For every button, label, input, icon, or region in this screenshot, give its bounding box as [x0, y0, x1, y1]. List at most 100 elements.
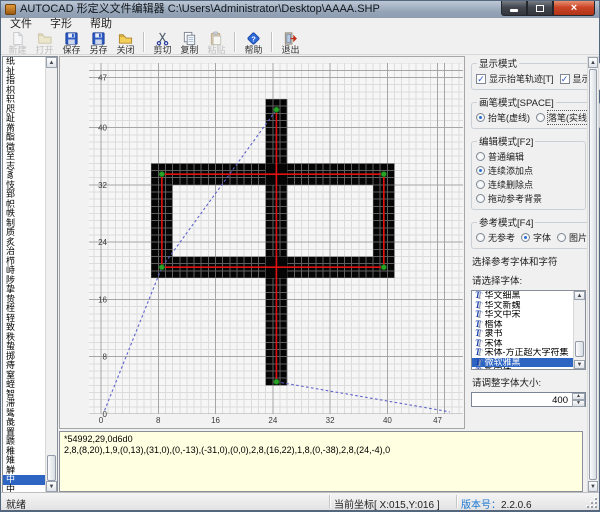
- pen-mode-group: 画笔模式[SPACE] 抬笔(虚线)落笔(实线): [471, 95, 600, 129]
- settings-panel: 显示模式 ✓显示抬笔轨迹[T]✓显示点[X] 画笔模式[SPACE] 抬笔(虚线…: [471, 56, 586, 493]
- truetype-icon: T: [475, 329, 481, 338]
- radio-option-1[interactable]: 连续添加点: [476, 164, 533, 177]
- scroll-down-icon[interactable]: ▼: [588, 481, 598, 492]
- edit-mode-options: 普通编辑连续添加点连续删除点拖动参考背景: [476, 150, 582, 205]
- font-list-item[interactable]: T华文细黑: [472, 291, 573, 301]
- scroll-up-icon[interactable]: ▲: [46, 57, 57, 68]
- maximize-button[interactable]: [527, 1, 553, 16]
- vertex-point[interactable]: [381, 172, 386, 177]
- font-name: 华文中宋: [485, 310, 521, 320]
- font-size-value: 400: [552, 395, 568, 406]
- menu-item-2[interactable]: 帮助: [81, 18, 121, 31]
- radio-option-2[interactable]: 连续删除点: [476, 178, 533, 191]
- checkbox-checked-icon[interactable]: ✓: [560, 74, 570, 84]
- toolbar-button-4[interactable]: 关闭: [112, 31, 139, 55]
- radio-label: 图片: [569, 231, 587, 244]
- font-name: 宋体-方正超大字符集: [485, 348, 569, 358]
- x-axis-tick-label: 32: [326, 416, 335, 425]
- status-ready: 就绪: [6, 496, 26, 511]
- radio-option-3[interactable]: 拖动参考背景: [476, 192, 542, 205]
- ref-mode-options: 无参考字体 图片: [476, 231, 593, 244]
- font-list-item[interactable]: T 隶书: [472, 329, 573, 339]
- menubar: 文件字形帮助: [1, 18, 599, 31]
- close-button[interactable]: ×: [553, 1, 595, 16]
- vertex-point[interactable]: [159, 172, 164, 177]
- x-axis-tick-label: 47: [433, 416, 442, 425]
- vertex-point[interactable]: [159, 265, 164, 270]
- font-list-item[interactable]: T楷体: [472, 320, 573, 330]
- radio-selected-icon[interactable]: [476, 113, 485, 122]
- radio-icon[interactable]: [476, 233, 485, 242]
- char-list-item[interactable]: 中: [3, 485, 45, 493]
- x-axis-tick-label: 40: [383, 416, 392, 425]
- radio-selected-icon[interactable]: [476, 166, 485, 175]
- checkbox-checked-icon[interactable]: ✓: [476, 74, 486, 84]
- scroll-down-icon[interactable]: ▼: [46, 481, 57, 492]
- font-list-item[interactable]: T宋体: [472, 339, 573, 349]
- radio-icon[interactable]: [476, 180, 485, 189]
- radio-option-0[interactable]: 普通编辑: [476, 150, 524, 163]
- scrollbar-thumb[interactable]: [575, 341, 584, 357]
- scroll-up-icon[interactable]: ▲: [574, 291, 585, 300]
- radio-icon[interactable]: [476, 194, 485, 203]
- glyph-grid[interactable]: 081624324047081624324047: [60, 57, 464, 428]
- spin-down-icon[interactable]: ▼: [572, 400, 585, 407]
- toolbar-button-8[interactable]: ?帮助: [240, 31, 267, 55]
- font-name: 隶书: [485, 329, 503, 339]
- radio-option-0[interactable]: 抬笔(虚线): [476, 111, 530, 124]
- radio-label: 落笔(实线): [548, 111, 590, 124]
- radio-option-1[interactable]: 字体: [521, 231, 551, 244]
- toolbar-button-9[interactable]: 退出: [277, 31, 304, 55]
- radio-option-0[interactable]: 无参考: [476, 231, 515, 244]
- minimize-button[interactable]: [501, 1, 527, 16]
- vertex-point[interactable]: [381, 265, 386, 270]
- truetype-icon: T: [475, 301, 481, 310]
- vertex-point[interactable]: [274, 107, 279, 112]
- title-bar: AUTOCAD 形定义文件编辑器 C:\Users\Administrator\…: [1, 1, 599, 18]
- font-size-spinner[interactable]: 400 ▲ ▼: [471, 392, 586, 407]
- status-coordinates: 当前坐标[ X:015,Y:016 ]: [334, 496, 440, 511]
- vertex-point[interactable]: [274, 379, 279, 384]
- status-bar: 就绪 当前坐标[ X:015,Y:016 ] 版本号：2.2.0.6: [1, 492, 599, 510]
- radio-icon[interactable]: [557, 233, 566, 242]
- radio-selected-icon[interactable]: [521, 233, 530, 242]
- font-list-item[interactable]: T宋体-方正超大字符集: [472, 348, 573, 358]
- scrollbar-thumb[interactable]: [47, 455, 56, 481]
- glyph-edit-canvas[interactable]: 081624324047081624324047: [59, 56, 465, 429]
- resize-grip-icon[interactable]: [587, 498, 597, 508]
- character-list-scrollbar[interactable]: ▲ ▼: [45, 57, 57, 492]
- font-list-item[interactable]: T新宋体: [472, 367, 573, 369]
- version-value: 2.2.0.6: [501, 500, 532, 511]
- toolbar-button-2[interactable]: 保存: [58, 31, 85, 55]
- truetype-icon: T: [475, 320, 481, 329]
- toolbar-button-3[interactable]: 另存: [85, 31, 112, 55]
- character-listbox[interactable]: 纸祉指枳轵咫趾黹酯徵至志豸忮郅帜帙制质炙治栉峙陟挚贽桎轾致秩蛰掷痔窒蛭智滞骘彘置…: [2, 56, 58, 493]
- shape-code-editor[interactable]: *54992,29,0d6d02,8,(8,20),1,9,(0,13),(31…: [59, 431, 583, 492]
- radio-icon[interactable]: [476, 152, 485, 161]
- spin-up-icon[interactable]: ▲: [572, 393, 585, 400]
- font-list-item[interactable]: T华文中宋: [472, 310, 573, 320]
- scroll-down-icon[interactable]: ▼: [574, 360, 585, 369]
- edit-mode-title: 编辑模式[F2]: [477, 134, 535, 148]
- toolbar-button-5[interactable]: 剪切: [149, 31, 176, 55]
- scrollbar-thumb[interactable]: [589, 69, 597, 480]
- font-list-scrollbar[interactable]: ▲ ▼: [573, 291, 585, 369]
- radio-option-1[interactable]: 落笔(实线): [536, 111, 590, 124]
- toolbar-button-6[interactable]: 复制: [176, 31, 203, 55]
- radio-option-2[interactable]: 图片: [557, 231, 587, 244]
- font-list-item[interactable]: T华文新魏: [472, 301, 573, 311]
- font-listbox[interactable]: T华文细黑T华文新魏T华文中宋T楷体T隶书T宋体T宋体-方正超大字符集T微软雅黑…: [471, 290, 586, 370]
- radio-icon[interactable]: [536, 113, 545, 122]
- exit-icon: [283, 31, 298, 46]
- toolbar-separator: [143, 32, 144, 52]
- truetype-icon: T: [475, 358, 481, 367]
- checkbox-option-0[interactable]: ✓显示抬笔轨迹[T]: [476, 72, 554, 85]
- scroll-up-icon[interactable]: ▲: [588, 57, 598, 68]
- font-rows: T华文细黑T华文新魏T华文中宋T楷体T隶书T宋体T宋体-方正超大字符集T微软雅黑…: [472, 291, 573, 369]
- menu-item-0[interactable]: 文件: [1, 18, 41, 31]
- menu-item-1[interactable]: 字形: [41, 18, 81, 31]
- toolbar-button-1: 打开: [31, 31, 58, 55]
- panel-scrollbar[interactable]: ▲ ▼: [587, 56, 599, 493]
- font-list-item[interactable]: T微软雅黑: [472, 358, 573, 368]
- font-name: 华文细黑: [485, 291, 521, 301]
